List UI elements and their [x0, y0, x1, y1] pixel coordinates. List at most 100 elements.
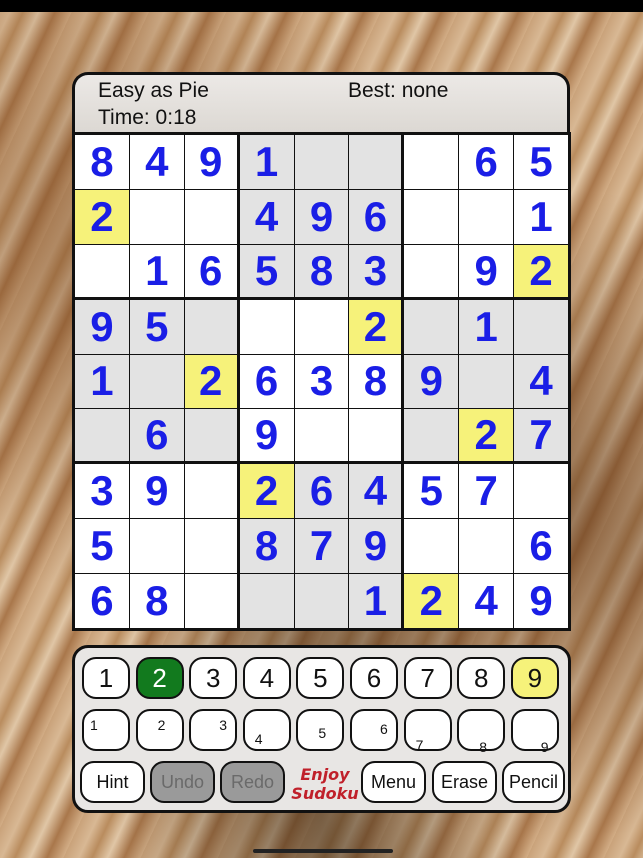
sudoku-cell[interactable] [404, 244, 459, 297]
undo-button[interactable]: Undo [150, 761, 215, 803]
pencil-mark-button[interactable]: 7 [403, 709, 452, 753]
sudoku-cell[interactable]: 6 [239, 354, 294, 409]
sudoku-cell[interactable] [459, 189, 514, 244]
pencil-mark-button[interactable]: 9 [510, 709, 559, 755]
pencil-button[interactable]: Pencil [502, 761, 565, 803]
sudoku-cell[interactable]: 2 [514, 244, 568, 297]
number-button[interactable]: 1 [82, 657, 130, 699]
sudoku-cell[interactable]: 8 [129, 574, 184, 628]
sudoku-cell[interactable] [75, 244, 129, 297]
sudoku-cell[interactable]: 1 [75, 354, 129, 409]
sudoku-cell[interactable]: 7 [459, 464, 514, 519]
sudoku-cell[interactable] [514, 464, 568, 519]
sudoku-cell[interactable]: 6 [514, 519, 568, 574]
sudoku-cell[interactable] [294, 574, 349, 628]
sudoku-cell[interactable]: 1 [349, 574, 402, 628]
number-button[interactable]: 2 [135, 657, 184, 699]
sudoku-cell[interactable]: 2 [459, 409, 514, 462]
number-button[interactable]: 5 [296, 657, 345, 699]
sudoku-cell[interactable]: 4 [349, 464, 402, 519]
sudoku-cell[interactable]: 1 [129, 244, 184, 297]
sudoku-cell[interactable]: 1 [514, 189, 568, 244]
sudoku-cell[interactable]: 9 [129, 464, 184, 519]
sudoku-cell[interactable]: 5 [514, 135, 568, 189]
erase-button[interactable]: Erase [432, 761, 497, 803]
sudoku-cell[interactable] [514, 299, 568, 354]
sudoku-cell[interactable]: 8 [294, 244, 349, 297]
sudoku-cell[interactable] [294, 409, 349, 462]
sudoku-cell[interactable] [75, 409, 129, 462]
pencil-mark-button[interactable]: 1 [82, 709, 130, 751]
sudoku-cell[interactable]: 4 [239, 189, 294, 244]
number-button[interactable]: 3 [189, 657, 238, 699]
pencil-mark-button[interactable]: 3 [189, 709, 238, 751]
pencil-mark-button[interactable]: 6 [350, 709, 398, 751]
sudoku-cell[interactable] [184, 519, 237, 574]
sudoku-cell[interactable] [129, 354, 184, 409]
sudoku-cell[interactable]: 6 [294, 464, 349, 519]
redo-button[interactable]: Redo [220, 761, 285, 803]
sudoku-cell[interactable]: 4 [129, 135, 184, 189]
sudoku-cell[interactable]: 9 [184, 135, 237, 189]
hint-button[interactable]: Hint [80, 761, 145, 803]
sudoku-cell[interactable]: 2 [184, 354, 237, 409]
sudoku-cell[interactable]: 6 [459, 135, 514, 189]
sudoku-cell[interactable] [294, 135, 349, 189]
number-button[interactable]: 7 [403, 657, 452, 699]
sudoku-cell[interactable]: 6 [129, 409, 184, 462]
pencil-mark-button[interactable]: 4 [242, 709, 291, 751]
pencil-mark-button[interactable]: 8 [457, 709, 506, 755]
sudoku-cell[interactable]: 2 [75, 189, 129, 244]
sudoku-cell[interactable] [404, 409, 459, 462]
sudoku-cell[interactable] [459, 354, 514, 409]
sudoku-cell[interactable] [184, 464, 237, 519]
sudoku-cell[interactable] [459, 519, 514, 574]
sudoku-cell[interactable]: 2 [349, 299, 402, 354]
sudoku-cell[interactable]: 8 [349, 354, 402, 409]
sudoku-cell[interactable] [184, 299, 237, 354]
sudoku-cell[interactable]: 6 [349, 189, 402, 244]
sudoku-cell[interactable]: 9 [514, 574, 568, 628]
sudoku-cell[interactable]: 9 [404, 354, 459, 409]
sudoku-cell[interactable] [404, 135, 459, 189]
sudoku-cell[interactable]: 9 [459, 244, 514, 297]
sudoku-cell[interactable]: 5 [75, 519, 129, 574]
sudoku-cell[interactable]: 8 [75, 135, 129, 189]
pencil-mark-button[interactable]: 5 [296, 709, 345, 751]
sudoku-cell[interactable]: 9 [239, 409, 294, 462]
pencil-mark-button[interactable]: 2 [135, 709, 184, 751]
sudoku-cell[interactable] [239, 574, 294, 628]
sudoku-cell[interactable]: 9 [294, 189, 349, 244]
sudoku-cell[interactable] [404, 519, 459, 574]
sudoku-cell[interactable]: 5 [239, 244, 294, 297]
sudoku-cell[interactable]: 9 [349, 519, 402, 574]
sudoku-cell[interactable]: 6 [75, 574, 129, 628]
sudoku-cell[interactable] [184, 409, 237, 462]
sudoku-cell[interactable] [184, 574, 237, 628]
number-button[interactable]: 6 [350, 657, 398, 699]
sudoku-cell[interactable]: 3 [294, 354, 349, 409]
menu-button[interactable]: Menu [361, 761, 426, 803]
sudoku-cell[interactable]: 7 [294, 519, 349, 574]
sudoku-cell[interactable] [129, 519, 184, 574]
sudoku-cell[interactable] [349, 135, 402, 189]
sudoku-cell[interactable]: 3 [349, 244, 402, 297]
sudoku-cell[interactable]: 5 [129, 299, 184, 354]
sudoku-cell[interactable] [129, 189, 184, 244]
sudoku-cell[interactable] [404, 189, 459, 244]
sudoku-cell[interactable]: 3 [75, 464, 129, 519]
sudoku-cell[interactable] [404, 299, 459, 354]
sudoku-cell[interactable]: 6 [184, 244, 237, 297]
sudoku-cell[interactable]: 1 [239, 135, 294, 189]
sudoku-cell[interactable]: 7 [514, 409, 568, 462]
sudoku-cell[interactable] [239, 299, 294, 354]
sudoku-cell[interactable]: 4 [514, 354, 568, 409]
sudoku-cell[interactable] [349, 409, 402, 462]
sudoku-cell[interactable]: 1 [459, 299, 514, 354]
number-button[interactable]: 4 [242, 657, 291, 699]
sudoku-cell[interactable]: 2 [404, 574, 459, 628]
sudoku-cell[interactable] [294, 299, 349, 354]
sudoku-cell[interactable]: 9 [75, 299, 129, 354]
sudoku-cell[interactable]: 5 [404, 464, 459, 519]
number-button[interactable]: 8 [457, 657, 506, 699]
